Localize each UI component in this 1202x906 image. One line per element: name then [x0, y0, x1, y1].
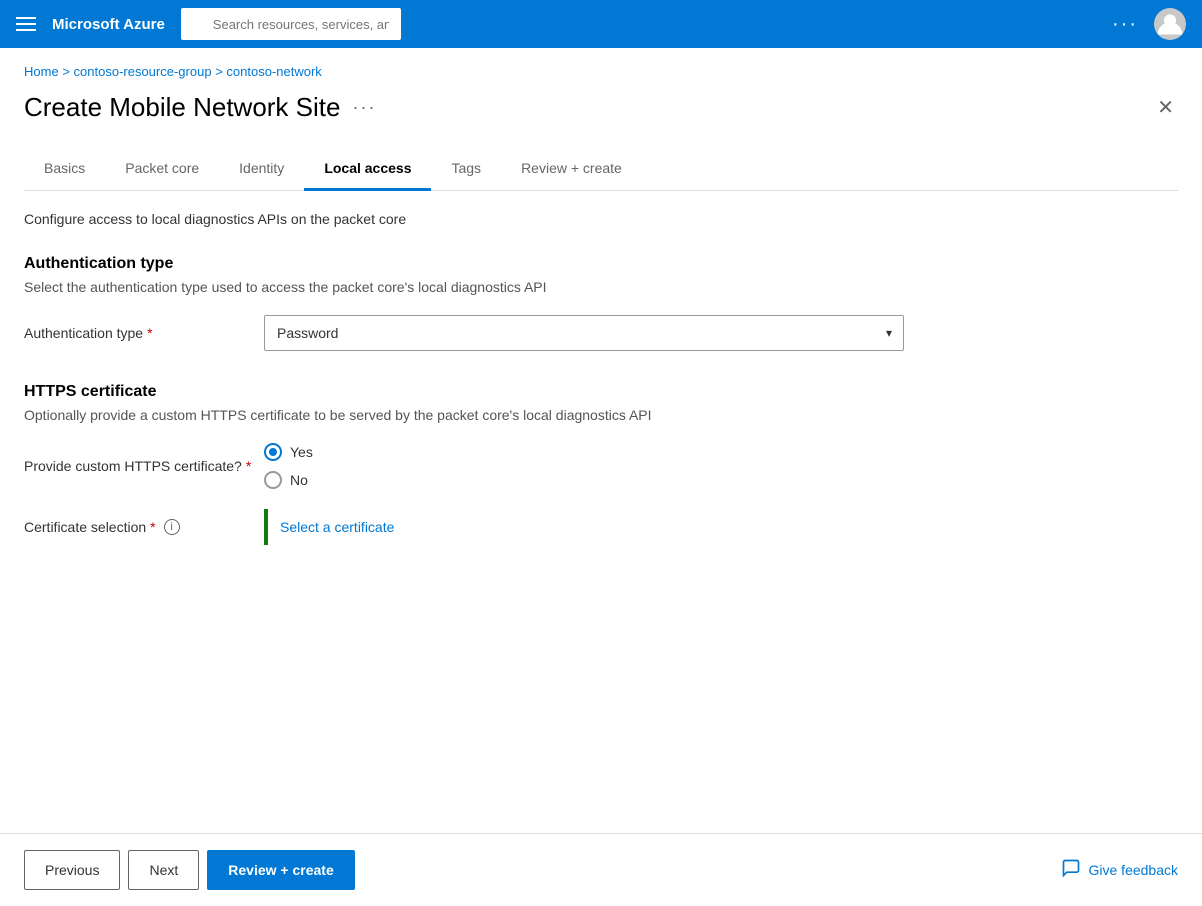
- give-feedback-link[interactable]: Give feedback: [1061, 858, 1179, 883]
- auth-section-subtitle: Select the authentication type used to a…: [24, 279, 1178, 295]
- previous-button[interactable]: Previous: [24, 850, 120, 890]
- avatar[interactable]: [1154, 8, 1186, 40]
- tab-packet-core[interactable]: Packet core: [105, 148, 219, 191]
- radio-yes-label: Yes: [290, 444, 313, 460]
- breadcrumb-home[interactable]: Home: [24, 64, 59, 79]
- search-wrapper: 🔍: [181, 8, 701, 40]
- cert-selection-value: Select a certificate: [264, 509, 394, 545]
- radio-no-label: No: [290, 472, 308, 488]
- auth-section-title: Authentication type: [24, 255, 1178, 273]
- search-input[interactable]: [181, 8, 401, 40]
- cert-required-star: *: [150, 519, 155, 535]
- auth-type-label: Authentication type *: [24, 325, 264, 341]
- page-title-row: Create Mobile Network Site ··· ✕: [24, 91, 1178, 124]
- tab-local-access[interactable]: Local access: [304, 148, 431, 191]
- https-cert-section: HTTPS certificate Optionally provide a c…: [24, 383, 1178, 545]
- provide-cert-row: Provide custom HTTPS certificate? * Yes …: [24, 443, 1178, 489]
- close-button[interactable]: ✕: [1153, 91, 1178, 124]
- radio-option-no[interactable]: No: [264, 471, 313, 489]
- hamburger-menu[interactable]: [16, 17, 36, 31]
- feedback-icon: [1061, 858, 1081, 883]
- tab-tags[interactable]: Tags: [431, 148, 501, 191]
- radio-yes-circle: [264, 443, 282, 461]
- topbar-more-icon[interactable]: ···: [1112, 13, 1138, 36]
- tab-review-create[interactable]: Review + create: [501, 148, 642, 191]
- page-title-more-icon[interactable]: ···: [352, 97, 376, 118]
- auth-type-dropdown[interactable]: Password AAD Certificate: [264, 315, 904, 351]
- provide-cert-required-star: *: [246, 458, 251, 474]
- breadcrumb: Home > contoso-resource-group > contoso-…: [24, 64, 1178, 79]
- cert-info-icon[interactable]: i: [164, 519, 180, 535]
- tab-identity[interactable]: Identity: [219, 148, 304, 191]
- provide-cert-label: Provide custom HTTPS certificate? *: [24, 458, 264, 474]
- radio-no-circle: [264, 471, 282, 489]
- cert-selection-row: Certificate selection * i Select a certi…: [24, 509, 1178, 545]
- section-description: Configure access to local diagnostics AP…: [24, 211, 1178, 227]
- select-certificate-link[interactable]: Select a certificate: [280, 519, 394, 535]
- https-section-subtitle: Optionally provide a custom HTTPS certif…: [24, 407, 1178, 423]
- review-create-button[interactable]: Review + create: [207, 850, 354, 890]
- topbar-right: ···: [1112, 8, 1186, 40]
- main-content: Home > contoso-resource-group > contoso-…: [0, 48, 1202, 545]
- topbar: Microsoft Azure 🔍 ···: [0, 0, 1202, 48]
- auth-type-dropdown-wrapper: Password AAD Certificate ▾: [264, 315, 904, 351]
- footer: Previous Next Review + create Give feedb…: [0, 833, 1202, 906]
- cert-selection-label: Certificate selection * i: [24, 519, 264, 535]
- cert-left-bar: [264, 509, 268, 545]
- give-feedback-label: Give feedback: [1089, 862, 1179, 878]
- tab-basics[interactable]: Basics: [24, 148, 105, 191]
- provide-cert-radio-group: Yes No: [264, 443, 313, 489]
- auth-required-star: *: [147, 325, 152, 341]
- auth-type-row: Authentication type * Password AAD Certi…: [24, 315, 1178, 351]
- brand-logo: Microsoft Azure: [52, 16, 165, 33]
- breadcrumb-resource-group[interactable]: contoso-resource-group: [74, 64, 212, 79]
- breadcrumb-network[interactable]: contoso-network: [226, 64, 321, 79]
- tabs-bar: Basics Packet core Identity Local access…: [24, 148, 1178, 191]
- next-button[interactable]: Next: [128, 850, 199, 890]
- radio-option-yes[interactable]: Yes: [264, 443, 313, 461]
- page-title: Create Mobile Network Site: [24, 92, 340, 123]
- auth-type-section: Authentication type Select the authentic…: [24, 255, 1178, 351]
- https-section-title: HTTPS certificate: [24, 383, 1178, 401]
